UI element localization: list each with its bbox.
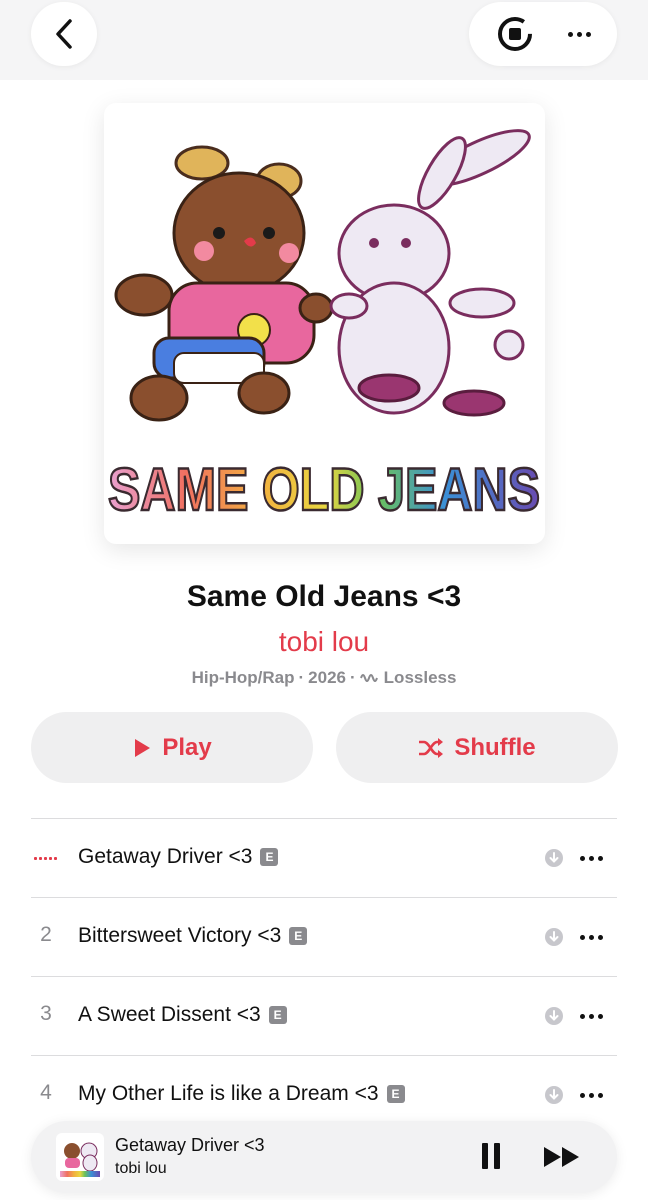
mini-player[interactable]: Getaway Driver <3 tobi lou: [31, 1121, 617, 1193]
download-icon[interactable]: [544, 927, 564, 952]
track-title: Getaway Driver <3 E: [78, 845, 279, 869]
track-title: Bittersweet Victory <3 E: [78, 924, 308, 948]
album-title: Same Old Jeans <3: [186, 580, 462, 613]
download-icon[interactable]: [544, 848, 564, 873]
shuffle-icon: [418, 737, 444, 759]
track-title: A Sweet Dissent <3 E: [78, 1003, 287, 1027]
shuffle-label: Shuffle: [454, 733, 536, 761]
bear-illustration: [114, 145, 334, 422]
track-more-icon[interactable]: [580, 1014, 603, 1019]
shuffle-button[interactable]: Shuffle: [336, 712, 618, 783]
top-bar: [0, 0, 648, 80]
pause-icon[interactable]: [482, 1143, 500, 1169]
stop-download-icon[interactable]: [495, 14, 535, 54]
play-label: Play: [162, 733, 212, 761]
explicit-badge: E: [268, 1006, 287, 1024]
explicit-badge: E: [386, 1085, 405, 1103]
track-title-text: My Other Life is like a Dream <3: [78, 1082, 379, 1105]
track-row[interactable]: Getaway Driver <3 E: [0, 818, 648, 897]
now-playing-indicator: [34, 857, 57, 860]
album-artwork: SAME OLD JEANS: [104, 103, 545, 544]
bunny-illustration: [329, 129, 531, 417]
meta-separator: ·: [350, 668, 356, 687]
back-button[interactable]: [31, 2, 97, 66]
explicit-badge: E: [289, 927, 308, 945]
track-row[interactable]: 3 A Sweet Dissent <3 E: [0, 976, 648, 1055]
top-right-controls: [469, 2, 617, 66]
track-title: My Other Life is like a Dream <3 E: [78, 1082, 405, 1106]
mini-player-title: Getaway Driver <3: [115, 1135, 265, 1155]
track-more-icon[interactable]: [580, 1093, 603, 1098]
track-list: Getaway Driver <3 E 2 Bittersweet Victor…: [0, 818, 648, 1134]
play-button[interactable]: Play: [31, 712, 313, 783]
meta-separator: ·: [298, 668, 305, 687]
album-quality: Lossless: [383, 668, 457, 687]
album-artist-link[interactable]: tobi lou: [0, 626, 648, 658]
mini-player-artwork: [56, 1133, 104, 1181]
album-year: 2026: [308, 668, 346, 687]
track-title-text: A Sweet Dissent <3: [78, 1003, 261, 1026]
play-icon: [132, 738, 152, 758]
download-icon[interactable]: [544, 1006, 564, 1031]
track-row[interactable]: 2 Bittersweet Victory <3 E: [0, 897, 648, 976]
artwork-title-text: SAME OLD JEANS: [108, 456, 540, 523]
mini-player-artist: tobi lou: [115, 1160, 167, 1177]
fast-forward-icon[interactable]: [543, 1145, 581, 1169]
explicit-badge: E: [260, 848, 279, 866]
track-title-text: Getaway Driver <3: [78, 845, 253, 868]
album-genre: Hip-Hop/Rap: [191, 668, 295, 687]
album-meta: Hip-Hop/Rap · 2026 · Lossless: [0, 668, 648, 688]
track-more-icon[interactable]: [580, 856, 603, 861]
track-title-text: Bittersweet Victory <3: [78, 924, 282, 947]
lossless-icon: [359, 671, 380, 685]
back-chevron-icon: [54, 18, 74, 50]
download-icon[interactable]: [544, 1085, 564, 1110]
track-number: 3: [40, 1002, 52, 1025]
track-number: 4: [40, 1081, 52, 1104]
more-icon[interactable]: [567, 31, 591, 37]
track-number: 2: [40, 923, 52, 946]
track-more-icon[interactable]: [580, 935, 603, 940]
